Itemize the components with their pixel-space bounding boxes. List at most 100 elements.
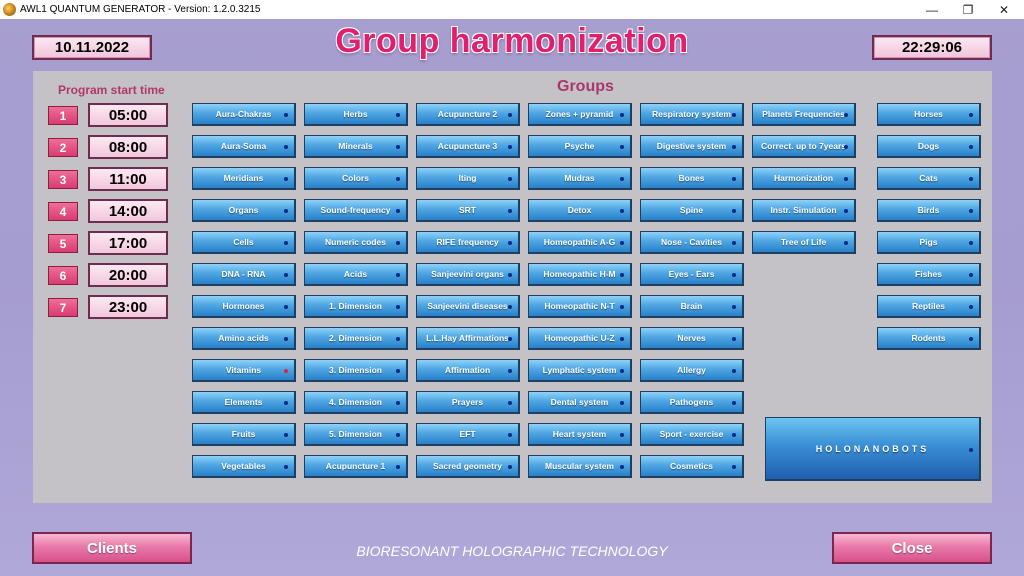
group-button[interactable]: Minerals bbox=[304, 135, 408, 158]
group-button[interactable]: Acupuncture 1 bbox=[304, 455, 408, 478]
group-button-label: Heart system bbox=[552, 429, 607, 439]
group-button[interactable]: 2. Dimension bbox=[304, 327, 408, 350]
group-button[interactable]: Acupuncture 2 bbox=[416, 103, 520, 126]
group-button[interactable]: Hormones bbox=[192, 295, 296, 318]
group-button[interactable]: Aura-Chakras bbox=[192, 103, 296, 126]
schedule-slot-number[interactable]: 5 bbox=[48, 234, 78, 253]
group-button[interactable]: Lymphatic system bbox=[528, 359, 632, 382]
status-dot-icon bbox=[284, 209, 288, 213]
schedule-time-field[interactable]: 08:00 bbox=[88, 135, 168, 159]
group-button[interactable]: Organs bbox=[192, 199, 296, 222]
group-button[interactable]: Heart system bbox=[528, 423, 632, 446]
group-button[interactable]: Affirmation bbox=[416, 359, 520, 382]
group-button-label: Iting bbox=[458, 173, 477, 183]
group-button[interactable]: Acupuncture 3 bbox=[416, 135, 520, 158]
schedule-time-field[interactable]: 14:00 bbox=[88, 199, 168, 223]
schedule-slot-number[interactable]: 6 bbox=[48, 266, 78, 285]
schedule-slot-number[interactable]: 2 bbox=[48, 138, 78, 157]
group-button[interactable]: Digestive system bbox=[640, 135, 744, 158]
schedule-slot-number[interactable]: 4 bbox=[48, 202, 78, 221]
group-button[interactable]: Fishes bbox=[877, 263, 981, 286]
group-button[interactable]: Dogs bbox=[877, 135, 981, 158]
group-button[interactable]: Sound-frequency bbox=[304, 199, 408, 222]
group-button[interactable]: Homeopathic A-G bbox=[528, 231, 632, 254]
group-button[interactable]: Colors bbox=[304, 167, 408, 190]
group-button[interactable]: 3. Dimension bbox=[304, 359, 408, 382]
group-button[interactable]: Pathogens bbox=[640, 391, 744, 414]
group-button[interactable]: Birds bbox=[877, 199, 981, 222]
schedule-slot-number[interactable]: 3 bbox=[48, 170, 78, 189]
group-button[interactable]: Nose - Cavities bbox=[640, 231, 744, 254]
group-button[interactable]: Vegetables bbox=[192, 455, 296, 478]
group-button-label: Minerals bbox=[338, 141, 373, 151]
group-button[interactable]: SRT bbox=[416, 199, 520, 222]
holonanobots-button[interactable]: HOLONANOBOTS bbox=[765, 417, 981, 481]
group-button[interactable]: Brain bbox=[640, 295, 744, 318]
schedule-time-field[interactable]: 20:00 bbox=[88, 263, 168, 287]
group-button[interactable]: Planets Frequencies bbox=[752, 103, 856, 126]
group-button[interactable]: Nerves bbox=[640, 327, 744, 350]
status-dot-icon bbox=[620, 273, 624, 277]
group-button[interactable]: Zones + pyramid bbox=[528, 103, 632, 126]
close-window-button[interactable]: ✕ bbox=[986, 0, 1022, 19]
group-button[interactable]: Bones bbox=[640, 167, 744, 190]
group-button[interactable]: Fruits bbox=[192, 423, 296, 446]
group-button[interactable]: Muscular system bbox=[528, 455, 632, 478]
status-dot-icon bbox=[508, 273, 512, 277]
restore-button[interactable]: ❐ bbox=[950, 0, 986, 19]
group-button[interactable]: Tree of Life bbox=[752, 231, 856, 254]
minimize-button[interactable]: — bbox=[914, 0, 950, 19]
group-button[interactable]: Numeric codes bbox=[304, 231, 408, 254]
group-button[interactable]: DNA - RNA bbox=[192, 263, 296, 286]
group-button[interactable]: Allergy bbox=[640, 359, 744, 382]
schedule-slot-number[interactable]: 7 bbox=[48, 298, 78, 317]
group-button[interactable]: Homeopathic N-T bbox=[528, 295, 632, 318]
group-button[interactable]: Homeopathic U-Z bbox=[528, 327, 632, 350]
group-button[interactable]: 1. Dimension bbox=[304, 295, 408, 318]
group-button[interactable]: Cats bbox=[877, 167, 981, 190]
group-button[interactable]: EFT bbox=[416, 423, 520, 446]
group-button[interactable]: Psyche bbox=[528, 135, 632, 158]
group-button[interactable]: RIFE frequency bbox=[416, 231, 520, 254]
group-button[interactable]: Cosmetics bbox=[640, 455, 744, 478]
group-button[interactable]: L.L.Hay Affirmations bbox=[416, 327, 520, 350]
group-button[interactable]: Detox bbox=[528, 199, 632, 222]
group-button[interactable]: Horses bbox=[877, 103, 981, 126]
group-button[interactable]: Iting bbox=[416, 167, 520, 190]
group-button[interactable]: Eyes - Ears bbox=[640, 263, 744, 286]
schedule-slot-number[interactable]: 1 bbox=[48, 106, 78, 125]
group-button[interactable]: Spine bbox=[640, 199, 744, 222]
group-button[interactable]: Mudras bbox=[528, 167, 632, 190]
schedule-time-field[interactable]: 17:00 bbox=[88, 231, 168, 255]
group-button[interactable]: Rodents bbox=[877, 327, 981, 350]
group-button[interactable]: Reptiles bbox=[877, 295, 981, 318]
group-button[interactable]: Pigs bbox=[877, 231, 981, 254]
group-button[interactable]: Correct. up to 7years bbox=[752, 135, 856, 158]
group-button[interactable]: Acids bbox=[304, 263, 408, 286]
group-button[interactable]: Prayers bbox=[416, 391, 520, 414]
group-button[interactable]: 4. Dimension bbox=[304, 391, 408, 414]
group-button[interactable]: Homeopathic H-M bbox=[528, 263, 632, 286]
group-button[interactable]: Dental system bbox=[528, 391, 632, 414]
group-button-label: Vitamins bbox=[225, 365, 262, 375]
group-button[interactable]: Cells bbox=[192, 231, 296, 254]
group-button[interactable]: Meridians bbox=[192, 167, 296, 190]
group-button[interactable]: Sanjeevini diseases bbox=[416, 295, 520, 318]
group-button[interactable]: Sacred geometry bbox=[416, 455, 520, 478]
schedule-time-field[interactable]: 05:00 bbox=[88, 103, 168, 127]
group-button[interactable]: Herbs bbox=[304, 103, 408, 126]
close-button[interactable]: Close bbox=[832, 532, 992, 564]
status-dot-icon bbox=[732, 433, 736, 437]
schedule-time-field[interactable]: 11:00 bbox=[88, 167, 168, 191]
group-button[interactable]: Sanjeevini organs bbox=[416, 263, 520, 286]
group-button[interactable]: Respiratory system bbox=[640, 103, 744, 126]
group-button[interactable]: Elements bbox=[192, 391, 296, 414]
group-button[interactable]: 5. Dimension bbox=[304, 423, 408, 446]
group-button[interactable]: Instr. Simulation bbox=[752, 199, 856, 222]
group-button[interactable]: Harmonization bbox=[752, 167, 856, 190]
group-button[interactable]: Amino acids bbox=[192, 327, 296, 350]
schedule-time-field[interactable]: 23:00 bbox=[88, 295, 168, 319]
group-button[interactable]: Vitamins bbox=[192, 359, 296, 382]
group-button[interactable]: Sport - exercise bbox=[640, 423, 744, 446]
group-button[interactable]: Aura-Soma bbox=[192, 135, 296, 158]
